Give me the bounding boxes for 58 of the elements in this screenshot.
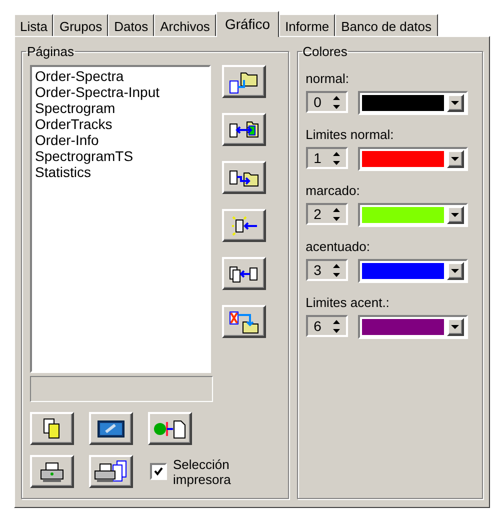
color-dropdown[interactable]: [358, 203, 468, 227]
tab[interactable]: Grupos: [53, 14, 108, 36]
group-title: Páginas: [26, 44, 75, 59]
toolbar-button[interactable]: [222, 65, 266, 98]
color-label: Limites acent.:: [306, 295, 390, 310]
group-title: Colores: [302, 44, 348, 59]
spin-box[interactable]: 2: [306, 203, 348, 225]
color-dropdown[interactable]: [358, 147, 468, 171]
dropdown-arrow-icon: [451, 157, 460, 161]
pages-list[interactable]: Order-Spectra Order-Spectra-Input Spectrogram OrderTracks Order-Info SpectrogramTS Statistics: [30, 65, 211, 373]
check-icon: [154, 467, 163, 476]
tab[interactable]: Datos: [108, 14, 154, 36]
checkbox-label: Selección impresora: [173, 456, 231, 486]
delete-to-folder-icon: [229, 310, 259, 334]
insert-page-icon: [229, 214, 259, 238]
spin-box[interactable]: 3: [306, 259, 348, 281]
dropdown-arrow-icon: [451, 269, 460, 273]
list-item[interactable]: Order-Spectra: [35, 68, 206, 84]
toolbar-button[interactable]: [148, 412, 192, 445]
dropdown-arrow-icon: [451, 213, 460, 217]
list-item[interactable]: Statistics: [35, 164, 206, 180]
color-label: marcado:: [306, 183, 361, 198]
tab[interactable]: Archivos: [154, 14, 216, 36]
print-pages-icon: [94, 460, 128, 484]
folder-arrow-icon: [229, 70, 259, 94]
toolbar-button[interactable]: [222, 209, 266, 242]
toolbar-button[interactable]: [222, 161, 266, 194]
printer-icon: [39, 460, 65, 482]
tab[interactable]: Lista: [14, 14, 54, 36]
color-label: acentuado:: [306, 239, 371, 254]
list-item[interactable]: Order-Spectra-Input: [35, 84, 206, 100]
toolbar-button[interactable]: [89, 412, 133, 445]
image-icon: [97, 418, 125, 438]
color-label: normal:: [306, 71, 350, 86]
spin-box[interactable]: 1: [306, 147, 348, 169]
toolbar-button[interactable]: [222, 305, 266, 338]
toolbar-button[interactable]: [222, 113, 266, 146]
tab[interactable]: Banco de datos: [335, 14, 438, 36]
ball-to-page-icon: [153, 418, 187, 440]
toolbar-button[interactable]: [89, 455, 133, 488]
dropdown-arrow-icon: [451, 101, 460, 105]
toolbar-button[interactable]: [30, 455, 74, 488]
list-item[interactable]: OrderTracks: [35, 116, 206, 132]
list-item[interactable]: SpectrogramTS: [35, 148, 206, 164]
tab[interactable]: Informe: [279, 14, 336, 36]
checkbox[interactable]: [150, 463, 167, 480]
spin-box[interactable]: 0: [306, 91, 348, 113]
toolbar-button[interactable]: [30, 412, 74, 445]
tab[interactable]: Gráfico: [216, 11, 280, 37]
list-item[interactable]: Spectrogram: [35, 100, 206, 116]
color-dropdown[interactable]: [358, 91, 468, 115]
list-item[interactable]: Order-Info: [35, 132, 206, 148]
dropdown-arrow-icon: [451, 325, 460, 329]
toolbar-button[interactable]: [222, 257, 266, 290]
color-label: Limites normal:: [306, 127, 395, 142]
color-dropdown[interactable]: [358, 315, 468, 339]
spin-box[interactable]: 6: [306, 315, 348, 337]
color-dropdown[interactable]: [358, 259, 468, 283]
